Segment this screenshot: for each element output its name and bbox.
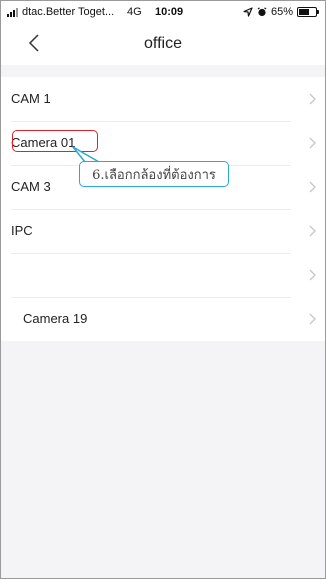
chevron-right-icon xyxy=(309,225,316,237)
instruction-callout: 6.เลือกกล้องที่ต้องการ xyxy=(79,161,229,187)
chevron-right-icon xyxy=(309,313,316,325)
nav-bar: office xyxy=(1,23,325,65)
camera-list: CAM 1 Camera 01 CAM 3 IPC Camera 19 xyxy=(1,77,325,341)
time-label: 10:09 xyxy=(155,6,184,18)
camera-row-ipc[interactable]: IPC xyxy=(1,209,325,253)
location-arrow-icon xyxy=(243,7,253,17)
camera-label: CAM 3 xyxy=(11,179,51,194)
alarm-icon xyxy=(257,7,267,17)
camera-label: CAM 1 xyxy=(11,91,51,106)
selection-highlight-box xyxy=(12,130,98,152)
status-bar: dtac.Better Toget... 4G 10:09 65% xyxy=(1,1,325,23)
camera-label: IPC xyxy=(11,223,33,238)
chevron-right-icon xyxy=(309,181,316,193)
phone-screen: dtac.Better Toget... 4G 10:09 65% office… xyxy=(0,0,326,579)
chevron-right-icon xyxy=(309,93,316,105)
battery-percent: 65% xyxy=(270,6,293,18)
battery-icon xyxy=(297,7,319,17)
page-title: office xyxy=(144,35,182,52)
chevron-right-icon xyxy=(309,137,316,149)
status-left: dtac.Better Toget... xyxy=(7,6,114,18)
camera-row-camera-19[interactable]: Camera 19 xyxy=(1,297,325,341)
signal-icon xyxy=(7,7,18,17)
carrier-label: dtac.Better Toget... xyxy=(22,6,115,18)
status-right: 65% xyxy=(243,6,319,18)
camera-label: Camera 19 xyxy=(23,311,88,326)
camera-row-unnamed[interactable] xyxy=(1,253,325,297)
camera-row-cam-1[interactable]: CAM 1 xyxy=(1,77,325,121)
network-label: 4G xyxy=(127,6,142,18)
chevron-right-icon xyxy=(309,269,316,281)
